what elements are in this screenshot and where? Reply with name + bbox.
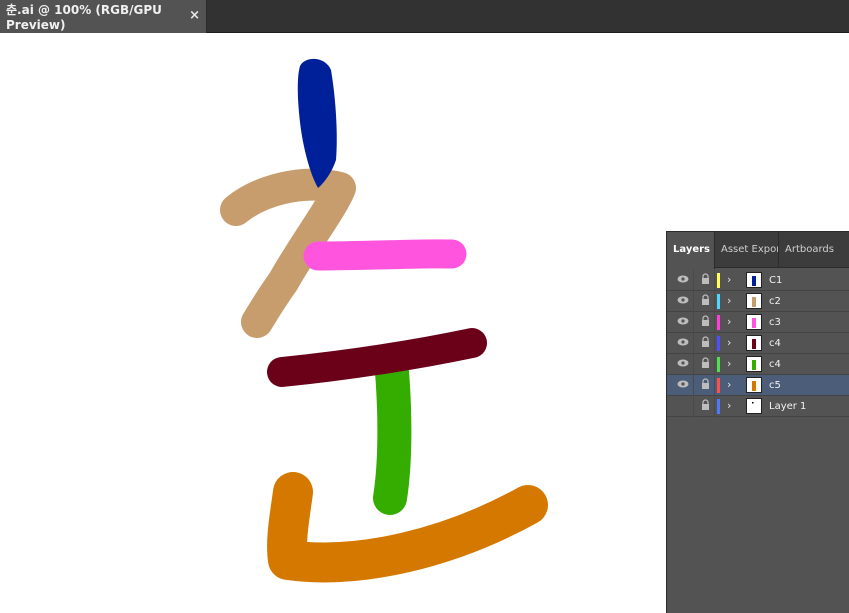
divider: [714, 375, 715, 396]
layer-name[interactable]: c4: [769, 333, 781, 354]
divider: [693, 312, 694, 333]
layer-list: › C1 › c2 › c3 › c4 › c4 › c5 › Layer 1: [667, 270, 849, 417]
layer-thumbnail: [746, 272, 762, 288]
visibility-toggle[interactable]: [677, 401, 689, 409]
chevron-right-icon[interactable]: ›: [727, 273, 731, 287]
layer-name[interactable]: c3: [769, 312, 781, 333]
c4b-stroke[interactable]: [373, 355, 412, 515]
lock-icon[interactable]: [701, 399, 710, 411]
lock-icon[interactable]: [701, 315, 710, 327]
divider: [714, 270, 715, 291]
layer-name[interactable]: c5: [769, 375, 781, 396]
lock-icon[interactable]: [701, 273, 710, 285]
layer-name[interactable]: c2: [769, 291, 781, 312]
c3-stroke[interactable]: [303, 239, 467, 271]
divider: [693, 354, 694, 375]
layer-thumbnail: [746, 398, 762, 414]
eye-icon[interactable]: [677, 338, 689, 346]
layer-thumbnail: [746, 314, 762, 330]
layer-name[interactable]: c4: [769, 354, 781, 375]
layer-thumbnail: [746, 335, 762, 351]
c5-stroke[interactable]: [267, 472, 548, 583]
divider: [714, 396, 715, 417]
eye-icon[interactable]: [677, 359, 689, 367]
layer-thumbnail: [746, 377, 762, 393]
divider: [693, 375, 694, 396]
eye-icon[interactable]: [677, 275, 689, 283]
divider: [714, 312, 715, 333]
layer-row[interactable]: › Layer 1: [667, 396, 849, 417]
divider: [714, 354, 715, 375]
chevron-right-icon[interactable]: ›: [727, 336, 731, 350]
layer-row[interactable]: › c4: [667, 354, 849, 375]
tab-layers[interactable]: Layers: [667, 232, 715, 269]
layer-row[interactable]: › c5: [667, 375, 849, 396]
layer-row[interactable]: › c2: [667, 291, 849, 312]
layer-thumbnail: [746, 356, 762, 372]
layers-panel: Layers Asset Expor Artboards › C1 › c2 ›…: [666, 231, 849, 613]
divider: [714, 291, 715, 312]
lock-icon[interactable]: [701, 378, 710, 390]
tab-asset-export[interactable]: Asset Expor: [715, 232, 779, 268]
layer-color-swatch: [717, 294, 720, 309]
lock-icon[interactable]: [701, 336, 710, 348]
divider: [693, 270, 694, 291]
layer-color-swatch: [717, 399, 720, 414]
eye-icon[interactable]: [677, 317, 689, 325]
layer-color-swatch: [717, 273, 720, 288]
chevron-right-icon[interactable]: ›: [727, 357, 731, 371]
eye-icon[interactable]: [677, 296, 689, 304]
panel-tab-bar: Layers Asset Expor Artboards: [667, 232, 849, 269]
chevron-right-icon[interactable]: ›: [727, 378, 731, 392]
eye-icon[interactable]: [677, 380, 689, 388]
layer-name[interactable]: C1: [769, 270, 782, 291]
layer-color-swatch: [717, 315, 720, 330]
tab-artboards[interactable]: Artboards: [779, 232, 849, 268]
layer-thumbnail: [746, 293, 762, 309]
c1-stroke[interactable]: [297, 58, 337, 188]
layer-row[interactable]: › C1: [667, 270, 849, 291]
layer-name[interactable]: Layer 1: [769, 396, 806, 417]
lock-icon[interactable]: [701, 357, 710, 369]
c4-stroke[interactable]: [267, 328, 487, 387]
divider: [693, 291, 694, 312]
divider: [693, 396, 694, 417]
chevron-right-icon[interactable]: ›: [727, 294, 731, 308]
layer-color-swatch: [717, 378, 720, 393]
layer-row[interactable]: › c3: [667, 312, 849, 333]
chevron-right-icon[interactable]: ›: [727, 399, 731, 413]
layer-row[interactable]: › c4: [667, 333, 849, 354]
layer-color-swatch: [717, 336, 720, 351]
layer-color-swatch: [717, 357, 720, 372]
lock-icon[interactable]: [701, 294, 710, 306]
divider: [693, 333, 694, 354]
divider: [714, 333, 715, 354]
chevron-right-icon[interactable]: ›: [727, 315, 731, 329]
